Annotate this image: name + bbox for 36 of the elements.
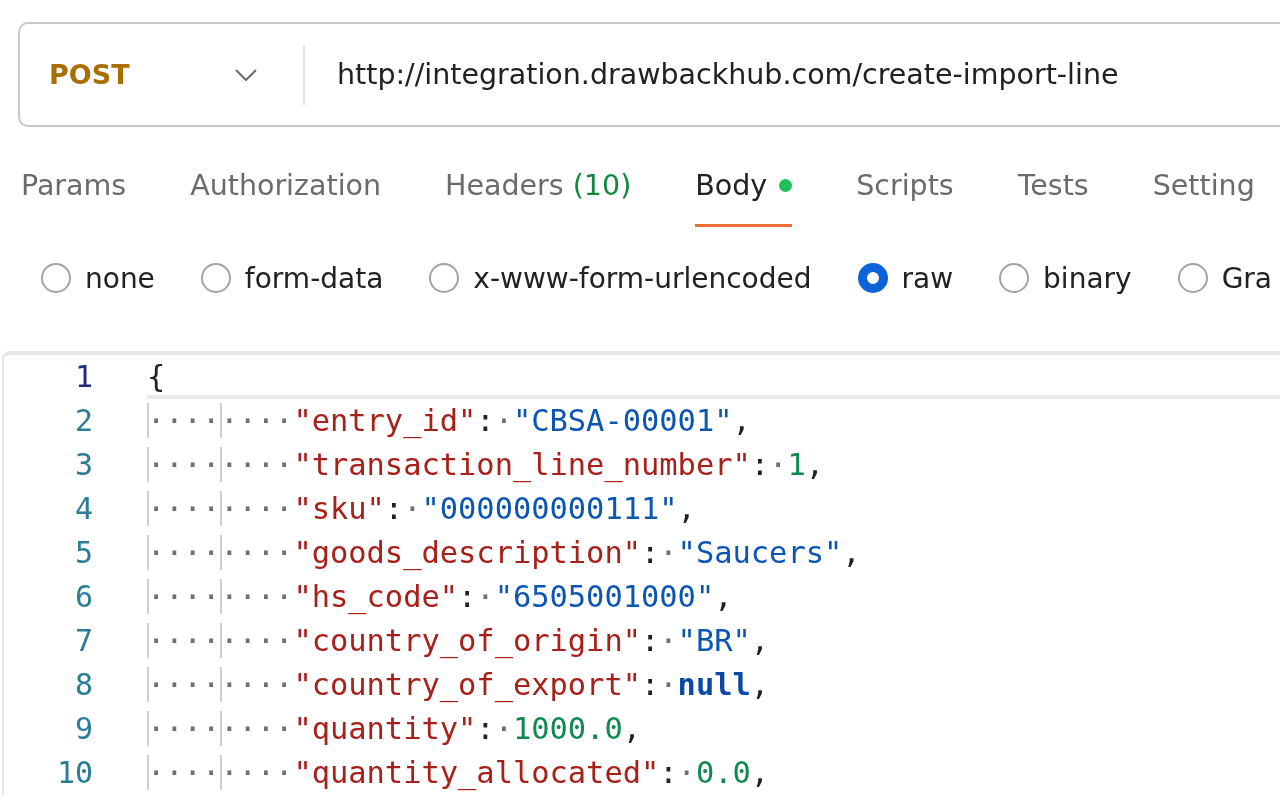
body-type-radio[interactable]: Gra xyxy=(1177,261,1272,295)
request-tab[interactable]: Headers (10) xyxy=(445,147,632,227)
code-line: ········"transaction_line_number":·1, xyxy=(147,446,825,485)
line-number: 3 xyxy=(73,446,94,484)
code-line: ········"quantity_allocated":·0.0, xyxy=(147,754,771,793)
line-number: 7 xyxy=(73,622,94,660)
code-line: ········"hs_code":·"6505001000", xyxy=(147,578,734,617)
chevron-down-icon xyxy=(235,68,257,81)
request-tab[interactable]: Params xyxy=(21,147,127,227)
method-select[interactable]: POST xyxy=(20,24,303,125)
code-line: ········"entry_id":·"CBSA-00001", xyxy=(147,402,752,441)
code-line: { xyxy=(147,355,1280,399)
body-type-radio[interactable]: binary xyxy=(999,261,1132,295)
body-type-radio[interactable]: x-www-form-urlencoded xyxy=(429,261,812,295)
code-line: ········"country_of_origin":·"BR", xyxy=(147,622,771,661)
line-number: 5 xyxy=(73,534,94,572)
request-tab[interactable]: Authorization xyxy=(190,147,382,227)
request-tab[interactable]: Body xyxy=(695,147,793,227)
request-tab[interactable]: Setting xyxy=(1152,147,1255,227)
code-line: ········"country_of_export":·null, xyxy=(147,666,771,705)
body-type-radio[interactable]: none xyxy=(41,261,155,295)
line-number: 2 xyxy=(73,402,94,440)
code-line: ········"sku":·"000000000111", xyxy=(147,490,697,528)
code-line: ········"quantity":·1000.0, xyxy=(147,710,642,748)
line-number: 9 xyxy=(73,710,94,748)
body-type-radio[interactable]: raw xyxy=(857,261,954,295)
line-number: 6 xyxy=(73,578,94,616)
request-tab[interactable]: Scripts xyxy=(856,147,954,227)
code-line: ········"goods_description":·"Saucers", xyxy=(147,534,862,573)
line-number: 1 xyxy=(73,358,94,396)
url-field[interactable]: http://integration.drawbackhub.com/create-import-line xyxy=(305,24,1280,125)
line-number: 8 xyxy=(73,666,94,704)
line-number: 4 xyxy=(73,490,94,528)
line-number: 10 xyxy=(55,754,94,792)
request-tab[interactable]: Tests xyxy=(1017,147,1089,227)
body-type-radio[interactable]: form-data xyxy=(200,261,384,295)
